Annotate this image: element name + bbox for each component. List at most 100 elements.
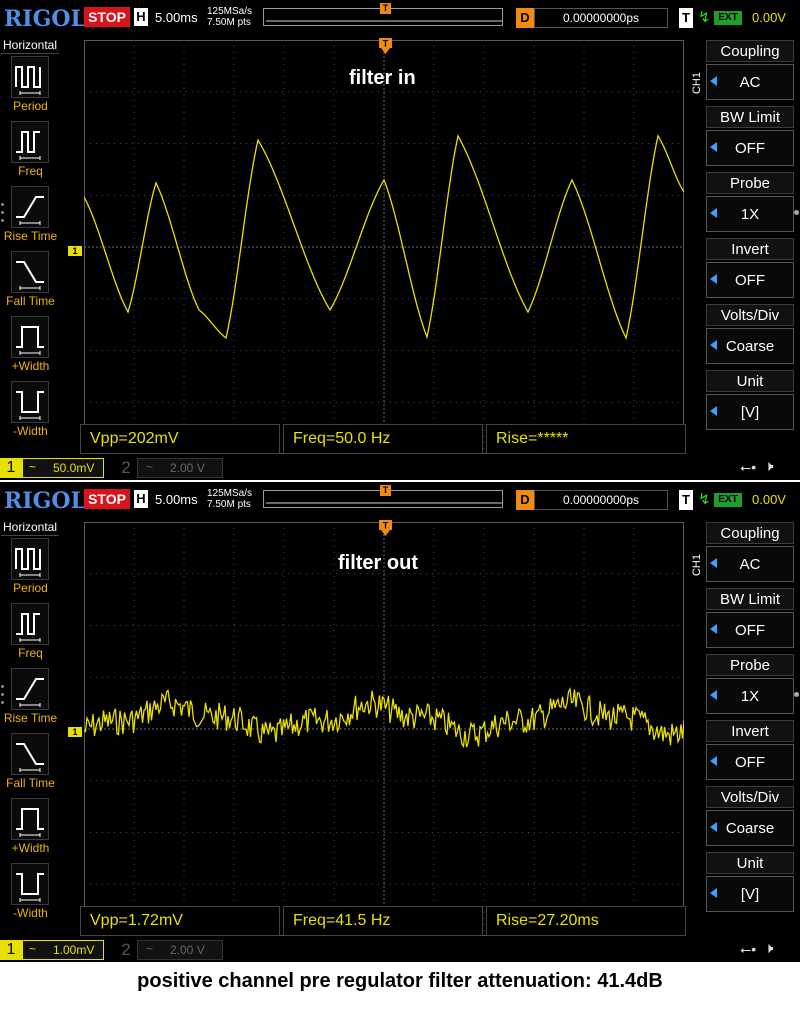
ch2-scale[interactable]: ~ 2.00 V [137,458,223,478]
left-arrow-icon [710,406,717,416]
delay-value[interactable]: 0.00000000ps [534,8,668,28]
menu-probe[interactable]: Probe 1X [706,654,794,716]
negative-width-icon [11,863,49,905]
measure-positive-width[interactable]: +Width [0,316,61,380]
measurement-freq[interactable]: Freq=50.0 Hz [283,424,483,454]
ch2-scale-value: 2.00 V [170,943,205,957]
ch2-button[interactable]: 2 [115,458,137,478]
speaker-mute-icon[interactable]: 🕨 [764,458,773,475]
invert-value[interactable]: OFF [706,744,794,780]
volts-div-value[interactable]: Coarse [706,810,794,846]
fall-time-icon [11,733,49,775]
oscilloscope-screen-filter-out: RIGOL STOP H 5.00ms 125MSa/s 7.50M pts T… [0,482,800,962]
timebase-value[interactable]: 5.00ms [155,10,198,25]
run-stop-button[interactable]: STOP [84,489,130,509]
trigger-level-value[interactable]: 0.00V [752,492,786,507]
ch1-scale[interactable]: ~ 50.0mV [22,458,104,478]
measure-label: +Width [11,359,50,373]
coupling-value[interactable]: AC [706,546,794,582]
bw-limit-value[interactable]: OFF [706,612,794,648]
sample-rate: 125MSa/s [207,6,253,17]
bw-limit-value[interactable]: OFF [706,130,794,166]
period-icon [11,56,49,98]
measure-label: +Width [11,841,50,855]
rigol-logo: RIGOL [4,6,86,32]
measurement-rise[interactable]: Rise=***** [486,424,686,454]
left-arrow-icon [710,142,717,152]
delay-badge: D [516,8,534,28]
waveform-grid[interactable]: filter in [84,40,684,454]
menu-coupling[interactable]: Coupling AC [706,40,794,102]
left-arrow-icon [710,756,717,766]
ch1-button[interactable]: 1 [0,940,22,960]
ch1-offset-marker[interactable]: 1 [68,246,82,256]
trigger-source-badge[interactable]: EXT [714,11,742,25]
coupling-label: Coupling [706,40,794,62]
trigger-badge: T [679,8,693,28]
delay-value[interactable]: 0.00000000ps [534,490,668,510]
probe-label: Probe [706,654,794,676]
ch2-scale[interactable]: ~ 2.00 V [137,940,223,960]
ch1-scale-value: 1.00mV [53,943,95,957]
invert-label: Invert [706,238,794,260]
measure-negative-width[interactable]: -Width [0,863,61,927]
coupling-value[interactable]: AC [706,64,794,100]
measure-rise-time[interactable]: Rise Time [0,186,61,250]
ch2-button[interactable]: 2 [115,940,137,960]
rigol-logo: RIGOL [4,488,86,514]
horizontal-badge: H [134,8,148,26]
left-arrow-icon [710,340,717,350]
menu-bw-limit[interactable]: BW Limit OFF [706,106,794,168]
ch2-coupling-icon: ~ [146,460,154,474]
sample-rate: 125MSa/s [207,488,253,499]
probe-value[interactable]: 1X [706,678,794,714]
horizontal-menu-title: Horizontal [1,38,59,54]
ch1-button[interactable]: 1 [0,458,22,478]
measure-period[interactable]: Period [0,538,61,602]
measure-negative-width[interactable]: -Width [0,381,61,445]
measure-rise-time[interactable]: Rise Time [0,668,61,732]
measurement-vpp[interactable]: Vpp=202mV [80,424,280,454]
trigger-source-badge[interactable]: EXT [714,493,742,507]
run-stop-button[interactable]: STOP [84,7,130,27]
volts-div-value[interactable]: Coarse [706,328,794,364]
measurement-freq[interactable]: Freq=41.5 Hz [283,906,483,936]
figure-caption: positive channel pre regulator filter at… [137,970,663,992]
horizontal-measure-menu: Horizontal Period Freq Rise Time Fall Time +… [0,518,61,938]
measurement-rise[interactable]: Rise=27.20ms [486,906,686,936]
measurement-vpp[interactable]: Vpp=1.72mV [80,906,280,936]
probe-value[interactable]: 1X [706,196,794,232]
waveform-grid[interactable]: filter out [84,522,684,936]
horizontal-badge: H [134,490,148,508]
invert-value[interactable]: OFF [706,262,794,298]
ch1-offset-marker[interactable]: 1 [68,727,82,737]
menu-volts-div[interactable]: Volts/Div Coarse [706,304,794,366]
speaker-mute-icon[interactable]: 🕨 [764,940,773,957]
measure-positive-width[interactable]: +Width [0,798,61,862]
menu-volts-div[interactable]: Volts/Div Coarse [706,786,794,848]
menu-coupling[interactable]: Coupling AC [706,522,794,584]
measure-period[interactable]: Period [0,56,61,120]
menu-invert[interactable]: Invert OFF [706,720,794,782]
unit-value[interactable]: [V] [706,876,794,912]
freq-icon [11,603,49,645]
ch1-scale[interactable]: ~ 1.00mV [22,940,104,960]
delay-badge: D [516,490,534,510]
trigger-position-marker: T [380,485,391,496]
menu-unit[interactable]: Unit [V] [706,370,794,432]
menu-invert[interactable]: Invert OFF [706,238,794,300]
measure-freq[interactable]: Freq [0,603,61,667]
menu-bw-limit[interactable]: BW Limit OFF [706,588,794,650]
left-arrow-icon [710,558,717,568]
trigger-level-value[interactable]: 0.00V [752,10,786,25]
channel-status-bar: 1 ~ 50.0mV 2 ~ 2.00 V ⭠• 🕨 [0,456,800,480]
waveform-annotation: filter in [349,67,416,89]
menu-probe[interactable]: Probe 1X [706,172,794,234]
measure-fall-time[interactable]: Fall Time [0,733,61,797]
measure-freq[interactable]: Freq [0,121,61,185]
timebase-value[interactable]: 5.00ms [155,492,198,507]
menu-unit[interactable]: Unit [V] [706,852,794,914]
trigger-position-marker: T [380,3,391,14]
unit-value[interactable]: [V] [706,394,794,430]
measure-fall-time[interactable]: Fall Time [0,251,61,315]
